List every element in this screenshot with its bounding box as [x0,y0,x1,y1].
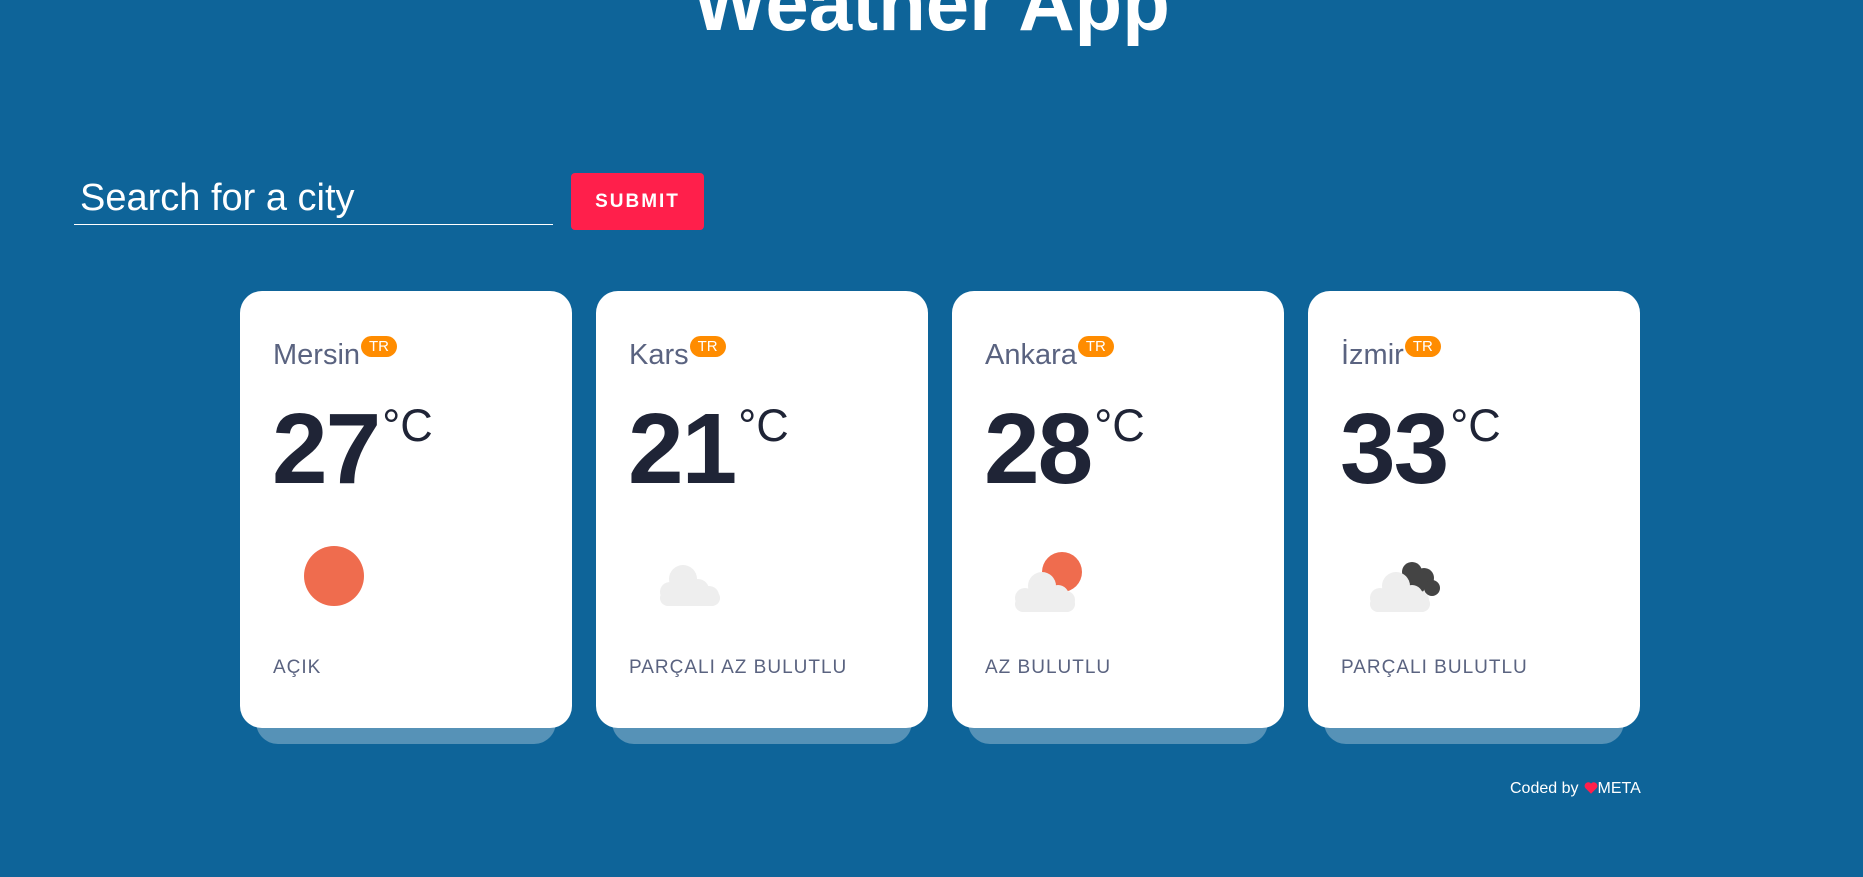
cloud-icon [660,565,720,606]
city-name-text: Kars [629,339,689,371]
city-name-text: Ankara [985,339,1077,371]
city-card-item: İzmir TR 33°C PARÇALI BULUTLU [1308,291,1640,744]
country-badge: TR [1404,336,1441,357]
city-card: Mersin TR 27°C AÇIK [240,291,572,728]
app-title: Weather App [693,0,1170,47]
country-badge: TR [1077,336,1114,357]
city-name-text: Mersin [273,339,361,371]
city-temperature: 28°C [984,399,1145,499]
city-name: Kars TR [629,336,726,372]
temperature-unit: °C [382,400,433,451]
temperature-value: 27 [272,393,381,505]
footer-author: META [1597,780,1641,797]
temperature-unit: °C [738,400,789,451]
footer-prefix: Coded by [1510,780,1579,797]
heart-icon [1584,782,1597,794]
sun-icon [304,546,364,606]
country-badge: TR [361,336,398,357]
city-temperature: 21°C [628,399,789,499]
weather-description: AZ BULUTLU [985,657,1112,678]
weather-description: PARÇALI AZ BULUTLU [629,657,848,678]
temperature-unit: °C [1094,400,1145,451]
city-temperature: 27°C [272,399,433,499]
temperature-unit: °C [1450,400,1501,451]
sun-behind-cloud-icon [1015,552,1082,612]
city-name: Mersin TR [273,336,398,372]
temperature-value: 28 [984,393,1093,505]
submit-button[interactable]: SUBMIT [571,173,704,230]
search-input[interactable] [74,173,553,225]
weather-description: PARÇALI BULUTLU [1341,657,1528,678]
country-badge: TR [689,336,726,357]
city-name: Ankara TR [985,336,1114,372]
city-name: İzmir TR [1341,336,1441,372]
city-card: Kars TR 21°C PARÇALI AZ BULUTLU [596,291,928,728]
temperature-value: 21 [628,393,737,505]
city-name-text: İzmir [1341,339,1404,371]
city-temperature: 33°C [1340,399,1501,499]
city-card-item: Mersin TR 27°C AÇIK [240,291,572,744]
city-card: Ankara TR 28°C AZ BULUTLU [952,291,1284,728]
broken-clouds-icon [1370,562,1440,612]
city-card-item: Kars TR 21°C PARÇALI AZ BULUTLU [596,291,928,744]
city-card-item: Ankara TR 28°C AZ BULUTLU [952,291,1284,744]
city-card: İzmir TR 33°C PARÇALI BULUTLU [1308,291,1640,728]
temperature-value: 33 [1340,393,1449,505]
weather-description: AÇIK [273,657,322,678]
footer-credit: Coded by META [1510,780,1641,798]
